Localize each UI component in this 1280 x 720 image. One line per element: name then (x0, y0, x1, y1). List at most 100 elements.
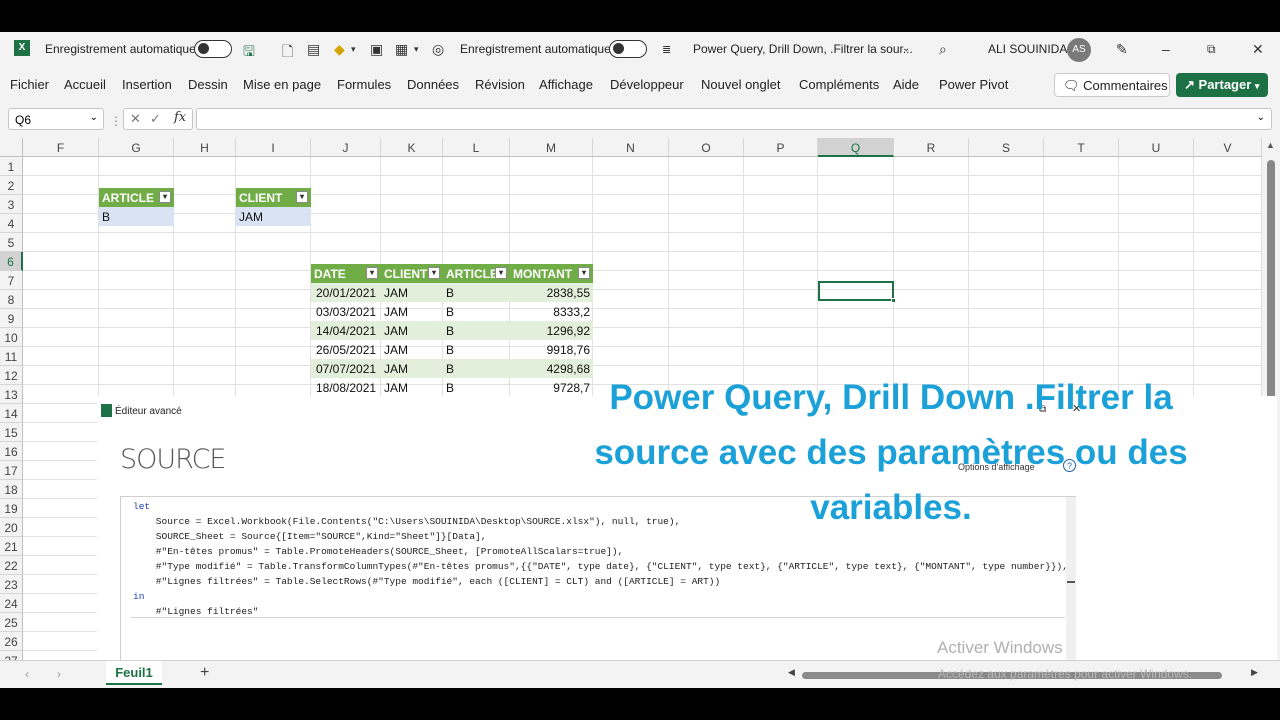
table-cell[interactable]: JAM (381, 302, 443, 321)
row-header-26[interactable]: 26 (0, 632, 23, 651)
row-header-19[interactable]: 19 (0, 499, 23, 518)
scroll-left-icon[interactable]: ◀ (788, 667, 795, 678)
column-header-p[interactable]: P (744, 138, 818, 157)
table-cell[interactable]: B (443, 321, 510, 340)
row-header-21[interactable]: 21 (0, 537, 23, 556)
table-cell[interactable]: 14/04/2021 (311, 321, 381, 340)
row-header-25[interactable]: 25 (0, 613, 23, 632)
row-header-4[interactable]: 4 (0, 214, 23, 233)
row-header-6[interactable]: 6 (0, 252, 23, 271)
table-cell[interactable]: JAM (381, 340, 443, 359)
table-cell[interactable]: B (443, 378, 510, 397)
filter-dropdown-icon[interactable]: ▾ (159, 191, 171, 203)
row-header-17[interactable]: 17 (0, 461, 23, 480)
column-header-v[interactable]: V (1194, 138, 1262, 157)
row-header-12[interactable]: 12 (0, 366, 23, 385)
column-header-r[interactable]: R (894, 138, 969, 157)
tab-complements[interactable]: Compléments (799, 77, 879, 92)
tab-affichage[interactable]: Affichage (539, 77, 593, 92)
row-header-11[interactable]: 11 (0, 347, 23, 366)
table-cell[interactable]: JAM (381, 321, 443, 340)
filter-dropdown-icon[interactable]: ▾ (578, 267, 590, 279)
share-button[interactable]: ↗ Partager ▾ (1176, 73, 1268, 97)
screen-icon[interactable]: ▣ (370, 41, 383, 58)
table-cell[interactable]: 20/01/2021 (311, 283, 381, 302)
row-header-2[interactable]: 2 (0, 176, 23, 195)
tab-fichier[interactable]: Fichier (10, 77, 49, 92)
table-cell[interactable]: 07/07/2021 (311, 359, 381, 378)
save-icon[interactable]: 🖫 (243, 41, 255, 65)
select-all-corner[interactable] (0, 138, 23, 157)
row-header-13[interactable]: 13 (0, 385, 23, 404)
tab-developpeur[interactable]: Développeur (610, 77, 684, 92)
row-header-9[interactable]: 9 (0, 309, 23, 328)
row-header-18[interactable]: 18 (0, 480, 23, 499)
row-header-20[interactable]: 20 (0, 518, 23, 537)
filter-dropdown-icon[interactable]: ▾ (495, 267, 507, 279)
chevron-down-icon[interactable]: ⌄ (1257, 112, 1265, 123)
column-header-n[interactable]: N (593, 138, 669, 157)
table-cell[interactable]: 03/03/2021 (311, 302, 381, 321)
column-header-t[interactable]: T (1044, 138, 1119, 157)
next-sheet-icon[interactable]: › (57, 667, 61, 681)
tab-aide[interactable]: Aide (893, 77, 919, 92)
column-header-k[interactable]: K (381, 138, 443, 157)
autosave-toggle[interactable] (194, 40, 232, 58)
selected-cell-q6[interactable] (818, 281, 894, 301)
fill-handle[interactable] (891, 298, 896, 303)
restore-icon[interactable]: ⧉ (1207, 42, 1216, 57)
column-header-s[interactable]: S (969, 138, 1044, 157)
scroll-up-icon[interactable]: ▲ (1266, 140, 1275, 150)
avatar[interactable]: AS (1067, 38, 1091, 62)
close-icon[interactable]: ✕ (1252, 41, 1264, 58)
chevron-down-icon[interactable]: ▾ (414, 44, 419, 55)
prev-sheet-icon[interactable]: ‹ (25, 667, 29, 681)
code-scroll-thumb[interactable] (1067, 581, 1075, 583)
add-sheet-button[interactable]: + (200, 664, 209, 682)
table-cell[interactable]: 2838,55 (510, 283, 593, 302)
column-header-m[interactable]: M (510, 138, 593, 157)
table-cell[interactable]: JAM (381, 359, 443, 378)
cancel-icon[interactable]: ✕ (130, 111, 141, 127)
chevron-down-icon[interactable]: ▾ (351, 44, 356, 55)
table-cell[interactable]: JAM (381, 283, 443, 302)
customize-toolbar-icon[interactable]: ≣ (662, 43, 671, 56)
pen-icon[interactable]: ✎ (1116, 41, 1128, 58)
table-cell[interactable]: B (443, 359, 510, 378)
column-header-f[interactable]: F (23, 138, 99, 157)
comments-button[interactable]: 🗨 Commentaires (1054, 73, 1170, 97)
scroll-right-icon[interactable]: ▶ (1251, 667, 1258, 678)
tab-dessin[interactable]: Dessin (188, 77, 228, 92)
tab-power-pivot[interactable]: Power Pivot (939, 77, 1008, 92)
row-header-14[interactable]: 14 (0, 404, 23, 423)
table-cell[interactable]: B (443, 340, 510, 359)
row-header-15[interactable]: 15 (0, 423, 23, 442)
column-header-o[interactable]: O (669, 138, 744, 157)
row-header-8[interactable]: 8 (0, 290, 23, 309)
table-icon[interactable]: ▦ (395, 41, 408, 58)
column-header-l[interactable]: L (443, 138, 510, 157)
tab-donnees[interactable]: Données (407, 77, 459, 92)
new-file-icon[interactable]: 🗋 (282, 41, 293, 65)
fill-color-icon[interactable]: ◆ (334, 41, 345, 58)
sheet-tab-feuil1[interactable]: Feuil1 (106, 661, 162, 685)
formula-input[interactable]: ⌄ (196, 108, 1272, 130)
row-header-7[interactable]: 7 (0, 271, 23, 290)
column-header-h[interactable]: H (174, 138, 236, 157)
row-header-10[interactable]: 10 (0, 328, 23, 347)
table-cell[interactable]: B (443, 283, 510, 302)
filter-dropdown-icon[interactable]: ▾ (366, 267, 378, 279)
table-cell[interactable]: 9918,76 (510, 340, 593, 359)
table-cell[interactable]: 26/05/2021 (311, 340, 381, 359)
param-article-value[interactable]: B (99, 207, 174, 226)
autosave-toggle-2[interactable] (609, 40, 647, 58)
function-icon[interactable]: fx (174, 110, 186, 125)
table-cell[interactable]: 8333,2 (510, 302, 593, 321)
row-header-22[interactable]: 22 (0, 556, 23, 575)
document-title[interactable]: Power Query, Drill Down, .Filtrer la sou… (693, 42, 913, 56)
row-header-16[interactable]: 16 (0, 442, 23, 461)
filter-dropdown-icon[interactable]: ▾ (296, 191, 308, 203)
tab-accueil[interactable]: Accueil (64, 77, 106, 92)
table-cell[interactable]: JAM (381, 378, 443, 397)
row-header-23[interactable]: 23 (0, 575, 23, 594)
